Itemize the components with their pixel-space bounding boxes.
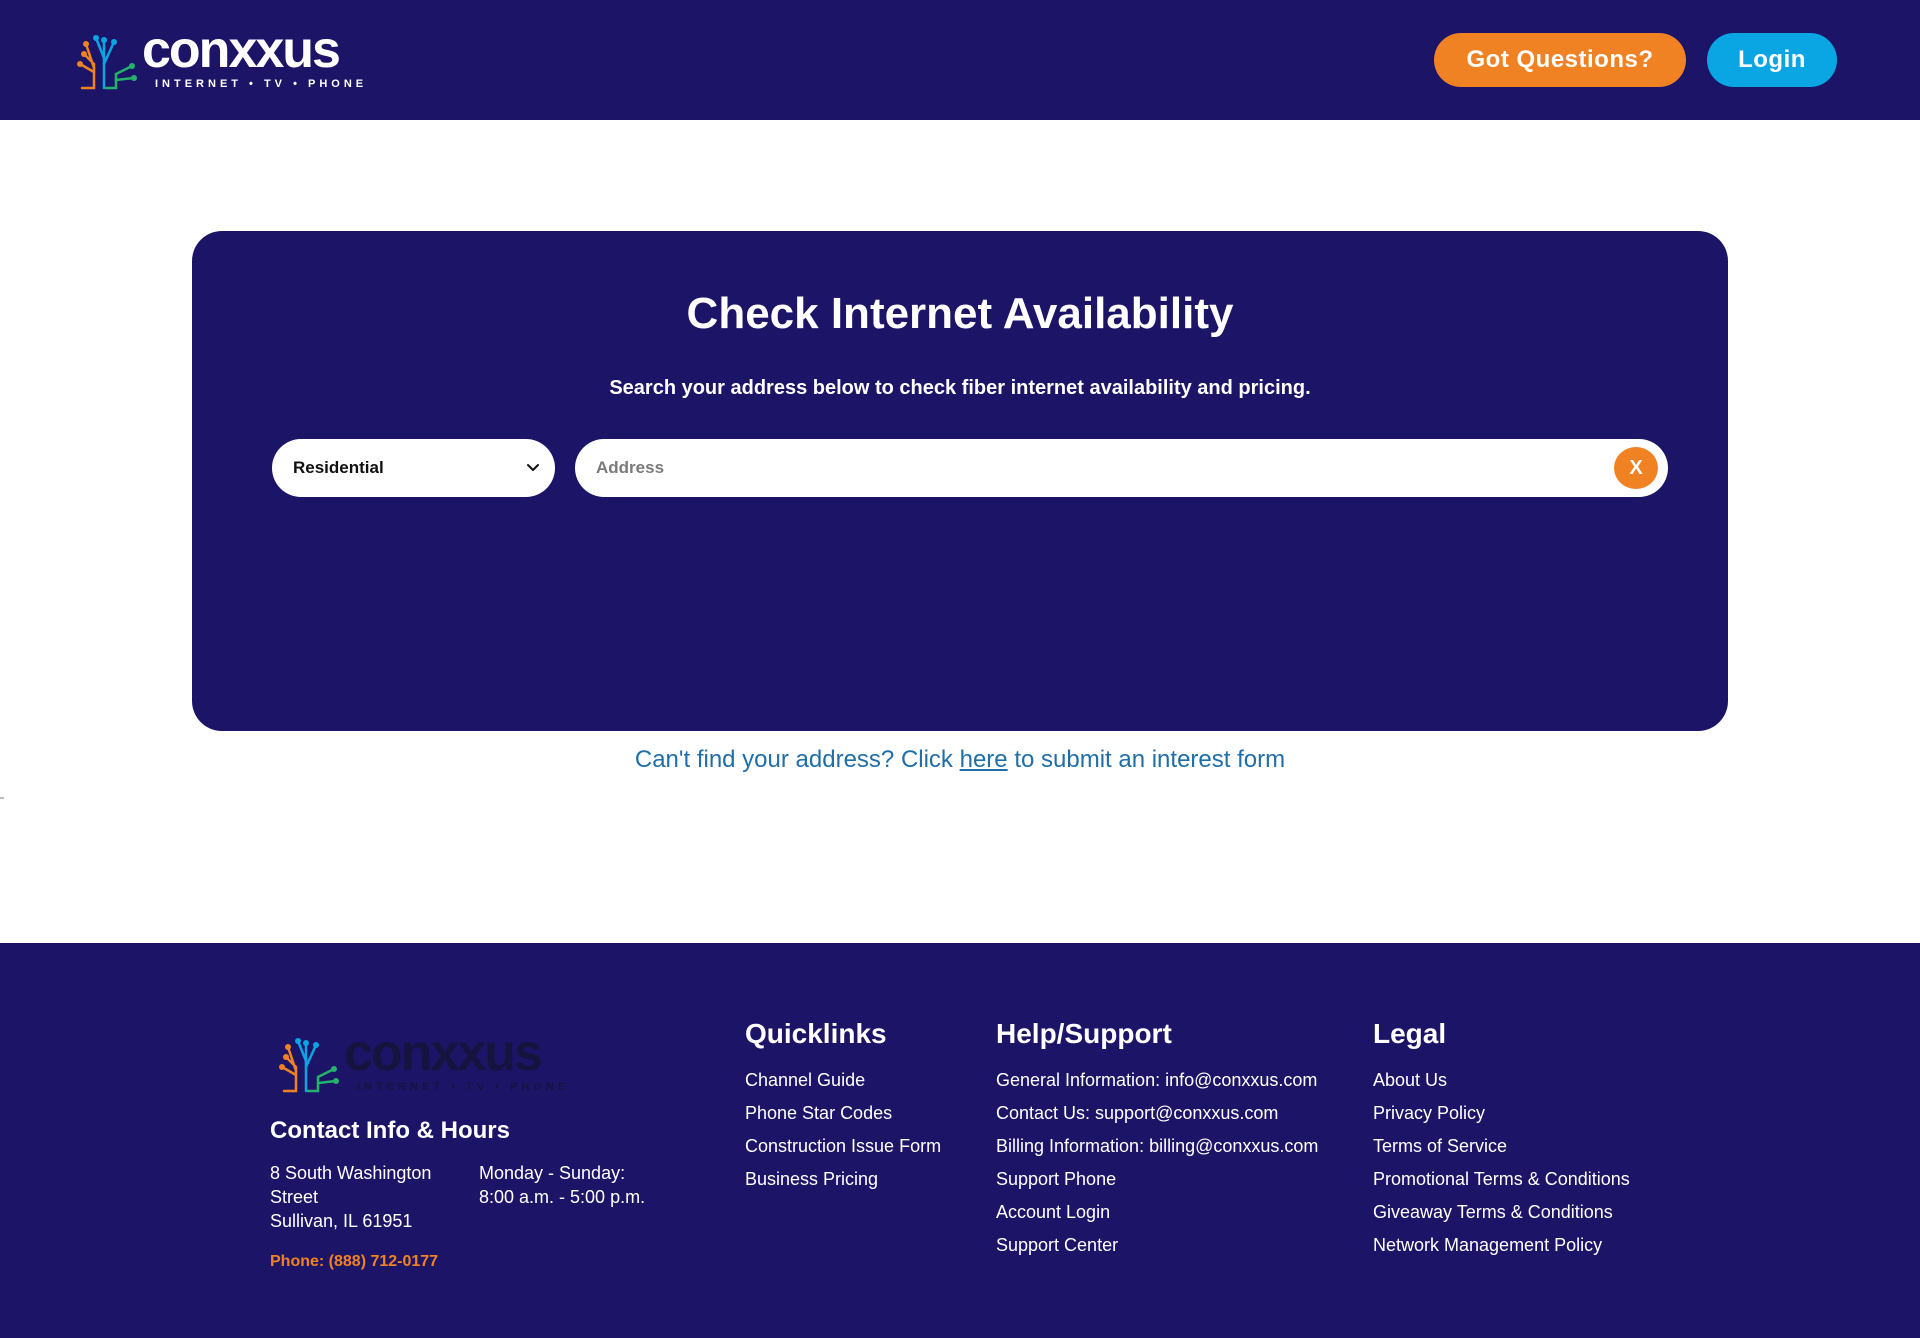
footer-logo[interactable]: conxxus INTERNET • TV • PHONE <box>278 1027 570 1095</box>
customer-type-value: Residential <box>293 458 384 477</box>
tree-circuit-icon <box>279 1038 339 1093</box>
legal-title: Legal <box>1373 1018 1447 1049</box>
conxxus-logo[interactable]: conxxus INTERNET • TV • PHONE <box>76 24 368 92</box>
phone-link[interactable]: Phone: (888) 712-0177 <box>270 1253 438 1271</box>
help-link-item[interactable]: Support Phone <box>996 1169 1318 1189</box>
footer-logo-tagline: INTERNET • TV • PHONE <box>357 1081 570 1093</box>
interest-suffix: to submit an interest form <box>1007 746 1286 773</box>
availability-title: Check Internet Availability <box>686 289 1234 338</box>
interest-form-prompt: Can't find your address? Click here to s… <box>0 746 1920 774</box>
availability-card: Check Internet Availability Search your … <box>192 231 1728 731</box>
help-link-item[interactable]: General Information: info@conxxus.com <box>996 1070 1318 1090</box>
hours-line: Monday - Sunday: <box>479 1163 626 1183</box>
help-link-item[interactable]: Contact Us: support@conxxus.com <box>996 1103 1318 1123</box>
clear-address-button[interactable]: X <box>1614 447 1658 489</box>
login-button[interactable]: Login <box>1707 33 1837 87</box>
help-link-item[interactable]: Support Center <box>996 1235 1318 1255</box>
address-block: 8 South Washington Street Sullivan, IL 6… <box>270 1161 450 1233</box>
interest-prefix: Can't find your address? Click <box>634 746 960 773</box>
quicklink-item[interactable]: Business Pricing <box>745 1169 941 1189</box>
quicklink-item[interactable]: Channel Guide <box>745 1070 941 1090</box>
help-support-title: Help/Support <box>996 1018 1172 1049</box>
help-link-item[interactable]: Billing Information: billing@conxxus.com <box>996 1136 1318 1156</box>
address-input[interactable] <box>596 453 1596 483</box>
legal-column: Legal About Us Privacy Policy Terms of S… <box>1373 1018 1630 1268</box>
site-footer: conxxus INTERNET • TV • PHONE Contact In… <box>0 943 1920 1338</box>
hours-line: 8:00 a.m. - 5:00 p.m. <box>479 1187 646 1207</box>
legal-link-item[interactable]: Terms of Service <box>1373 1136 1630 1156</box>
legal-link-item[interactable]: Giveaway Terms & Conditions <box>1373 1202 1630 1222</box>
divider-mark <box>0 797 4 799</box>
legal-link-item[interactable]: Privacy Policy <box>1373 1103 1630 1123</box>
tree-circuit-icon <box>77 35 137 90</box>
logo-tagline: INTERNET • TV • PHONE <box>155 78 368 90</box>
site-header: conxxus INTERNET • TV • PHONE Got Questi… <box>0 0 1920 120</box>
logo-wordmark: conxxus <box>142 21 341 79</box>
got-questions-button[interactable]: Got Questions? <box>1434 33 1686 87</box>
quicklink-item[interactable]: Phone Star Codes <box>745 1103 941 1123</box>
help-support-column: Help/Support General Information: info@c… <box>996 1018 1318 1268</box>
quicklink-item[interactable]: Construction Issue Form <box>745 1136 941 1156</box>
address-search-field: X <box>575 439 1668 497</box>
address-line: Sullivan, IL 61951 <box>270 1211 413 1231</box>
help-link-item[interactable]: Account Login <box>996 1202 1318 1222</box>
quicklinks-column: Quicklinks Channel Guide Phone Star Code… <box>745 1018 941 1202</box>
interest-form-link[interactable]: here <box>960 746 1008 773</box>
availability-subtitle: Search your address below to check fiber… <box>609 377 1311 399</box>
customer-type-select[interactable]: Residential <box>272 439 555 497</box>
legal-link-item[interactable]: Promotional Terms & Conditions <box>1373 1169 1630 1189</box>
legal-link-item[interactable]: Network Management Policy <box>1373 1235 1630 1255</box>
chevron-down-icon <box>527 464 539 471</box>
legal-link-item[interactable]: About Us <box>1373 1070 1630 1090</box>
footer-logo-wordmark: conxxus <box>344 1024 543 1082</box>
address-line: 8 South Washington Street <box>270 1163 432 1207</box>
quicklinks-title: Quicklinks <box>745 1018 887 1049</box>
hours-block: Monday - Sunday: 8:00 a.m. - 5:00 p.m. <box>479 1161 679 1209</box>
contact-title: Contact Info & Hours <box>270 1117 510 1144</box>
